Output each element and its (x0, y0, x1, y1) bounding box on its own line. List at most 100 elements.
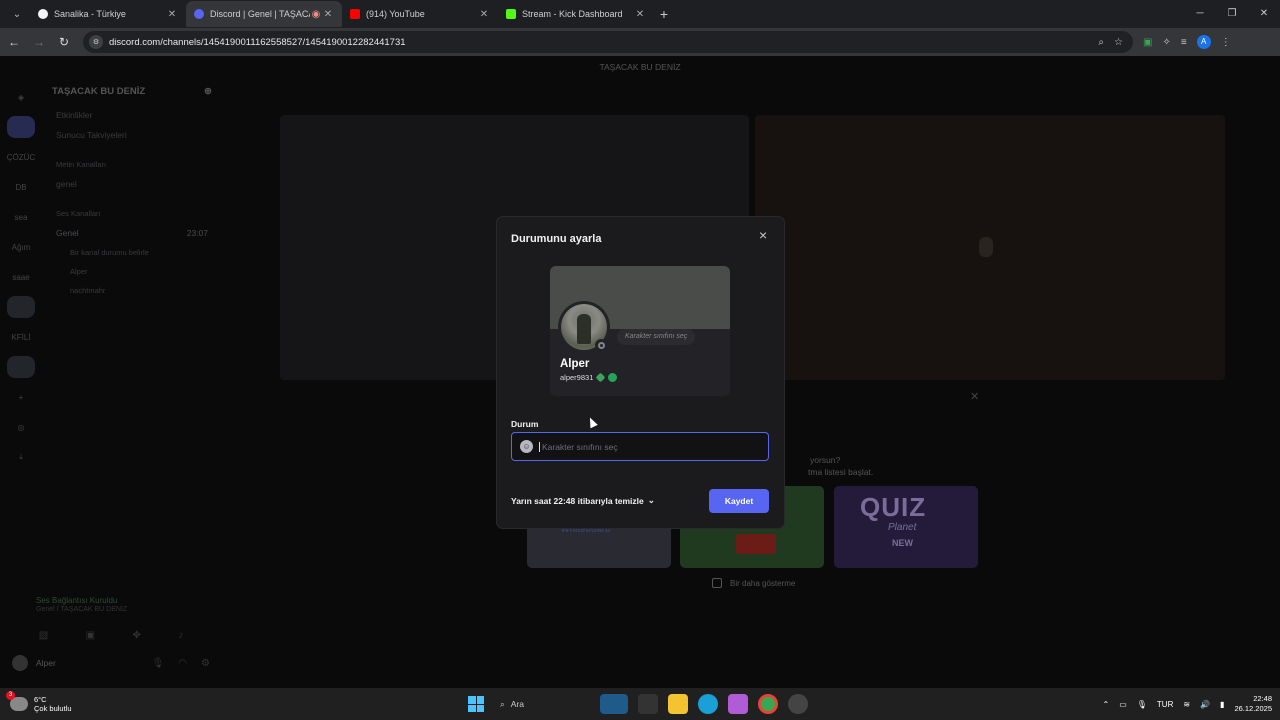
headphones-icon[interactable]: ◠ (178, 658, 187, 669)
modal-title: Durumunu ayarla (511, 233, 602, 245)
server-icon[interactable] (7, 356, 35, 378)
server-icon[interactable]: Ağım (7, 236, 35, 258)
voice-channel-genel[interactable]: Genel 23:07 (42, 223, 222, 243)
server-icon[interactable]: ÇÖZÜC (7, 146, 35, 168)
search-icon: ⌕ (500, 698, 505, 709)
minimize-icon[interactable]: ─ (1184, 0, 1216, 28)
dont-show-again[interactable]: Bir daha gösterme (712, 578, 795, 588)
server-icon[interactable] (7, 296, 35, 318)
server-icon[interactable]: DB (7, 176, 35, 198)
close-icon[interactable]: ✕ (166, 9, 178, 20)
new-tab-button[interactable]: + (654, 6, 674, 22)
bookmark-star-icon[interactable]: ☆ (1114, 37, 1123, 48)
camera-icon[interactable]: ▧ (39, 630, 48, 641)
status-input-container[interactable]: ☺ (511, 432, 769, 461)
windows-start-icon[interactable] (468, 696, 484, 712)
voice-member[interactable]: nachtmahr (42, 281, 222, 300)
wifi-icon[interactable]: ≋ (1183, 700, 1190, 709)
settings-gear-icon[interactable]: ⚙ (201, 658, 210, 669)
download-icon[interactable]: ⤓ (7, 446, 35, 468)
current-user[interactable]: Alper 🎙 ◠ ⚙ (0, 641, 222, 671)
close-icon[interactable]: ✕ (322, 9, 334, 20)
mic-icon[interactable]: 🎙 (152, 658, 165, 669)
edge-icon[interactable] (698, 694, 718, 714)
forward-icon[interactable]: → (28, 35, 50, 49)
tab-sanalika[interactable]: Sanalika - Türkiye ✕ (30, 1, 186, 27)
tray-app-icon[interactable]: ▭ (1119, 700, 1127, 709)
volume-icon[interactable]: 🔊 (1200, 700, 1210, 709)
activities-icon[interactable]: ✥ (132, 630, 140, 641)
server-icon[interactable]: sea (7, 206, 35, 228)
close-icon[interactable]: × (759, 227, 767, 243)
reload-icon[interactable]: ↻ (53, 35, 75, 49)
boost-channel[interactable]: Sunucu Takviyeleri (42, 125, 222, 145)
copilot-icon[interactable] (728, 694, 748, 714)
video-tile[interactable] (755, 115, 1225, 380)
windows-taskbar: 3 6°C Çok bulutlu ⌕ Ara ⌃ ▭ 🎙 TUR ≋ 🔊 ▮ … (0, 688, 1280, 720)
window-controls: ─ ❐ ✕ (1184, 0, 1280, 28)
guild-header[interactable]: TAŞACAK BU DENİZ ⊕ (42, 78, 222, 105)
tab-title: (914) YouTube (366, 9, 425, 19)
weather-widget[interactable]: 3 6°C Çok bulutlu (0, 691, 120, 713)
emoji-picker-icon[interactable]: ☺ (520, 440, 533, 453)
status-input[interactable] (539, 441, 759, 452)
clear-after-label: Yarın saat 22:48 itibarıyla temizle (511, 495, 644, 506)
tab-youtube[interactable]: (914) YouTube ✕ (342, 1, 498, 27)
screen-share-icon[interactable]: ▣ (86, 630, 95, 641)
extension-icon[interactable]: ▣ (1143, 37, 1152, 48)
record-icon: ◉ (311, 8, 321, 20)
taskbar-search[interactable]: ⌕ Ara (494, 693, 590, 715)
close-icon[interactable]: ✕ (478, 9, 490, 20)
battery-icon[interactable]: ▮ (1220, 700, 1224, 709)
voice-connection-status[interactable]: Ses Bağlantısı Kuruldu (0, 584, 222, 605)
checkbox[interactable] (712, 578, 722, 588)
url-bar[interactable]: ⚙ discord.com/channels/14541900111625585… (83, 31, 1133, 53)
zoom-icon[interactable]: ⌕ (1098, 37, 1104, 48)
profile-avatar[interactable]: A (1196, 35, 1211, 49)
site-info-icon[interactable]: ⚙ (89, 35, 103, 49)
save-button[interactable]: Kaydet (709, 489, 769, 513)
discord-home-icon[interactable]: ◈ (7, 86, 35, 108)
taskview-icon[interactable] (638, 694, 658, 714)
text-channels-header[interactable]: Metin Kanalları (42, 155, 222, 174)
clear-after-dropdown[interactable]: Yarın saat 22:48 itibarıyla temizle ⌄ (511, 495, 655, 506)
add-server-icon[interactable]: + (7, 386, 35, 408)
add-member-icon[interactable]: ⊕ (204, 86, 212, 97)
mic-icon[interactable]: 🎙 (1137, 700, 1147, 709)
voice-channel-top-title: TAŞACAK BU DENİZ (599, 62, 681, 72)
voice-channels-header[interactable]: Ses Kanalları (42, 204, 222, 223)
activity-card-quiz[interactable]: QUIZ Planet NEW (834, 486, 978, 568)
address-bar-row: ← → ↻ ⚙ discord.com/channels/14541900111… (0, 28, 1280, 56)
youtube-favicon (350, 9, 360, 19)
text-channel-genel[interactable]: genel (42, 174, 222, 194)
voice-member[interactable]: Alper (42, 262, 222, 281)
tab-kick[interactable]: Stream - Kick Dashboard ✕ (498, 1, 654, 27)
language-indicator[interactable]: TUR (1157, 700, 1173, 709)
discover-icon[interactable]: ◎ (7, 416, 35, 438)
server-icon[interactable] (7, 116, 35, 138)
back-icon[interactable]: ← (3, 35, 25, 49)
taskbar-app-icon[interactable] (600, 694, 628, 714)
voice-channel-status[interactable]: Bir kanal durumu belirle (42, 243, 222, 262)
extensions-puzzle-icon[interactable]: ✧ (1162, 37, 1170, 48)
file-explorer-icon[interactable] (668, 694, 688, 714)
app-icon[interactable] (788, 694, 808, 714)
media-controls-icon[interactable]: ≡ (1181, 37, 1187, 48)
chevron-up-icon[interactable]: ⌃ (1103, 700, 1110, 709)
channel-sidebar: TAŞACAK BU DENİZ ⊕ Etkinlikler Sunucu Ta… (42, 78, 222, 638)
server-icon[interactable]: KFİLİ (7, 326, 35, 348)
chrome-icon[interactable] (758, 694, 778, 714)
more-menu-icon[interactable]: ⋮ (1221, 37, 1231, 48)
tab-search-button[interactable]: ⌄ (4, 4, 30, 24)
clock[interactable]: 22:48 26.12.2025 (1234, 694, 1272, 714)
window-close-icon[interactable]: ✕ (1248, 0, 1280, 28)
activity-prompt: yorsun? tma listesi başlat. (782, 454, 873, 478)
close-icon[interactable]: ✕ (634, 9, 646, 20)
events-channel[interactable]: Etkinlikler (42, 105, 222, 125)
new-badge: NEW (892, 538, 913, 548)
tab-discord[interactable]: Discord | Genel | TAŞACAK BU DENİZ ◉ ✕ (186, 1, 342, 27)
close-icon[interactable]: ✕ (970, 390, 979, 403)
server-icon[interactable]: saae (7, 266, 35, 288)
maximize-icon[interactable]: ❐ (1216, 0, 1248, 28)
soundboard-icon[interactable]: ♪ (178, 630, 183, 641)
